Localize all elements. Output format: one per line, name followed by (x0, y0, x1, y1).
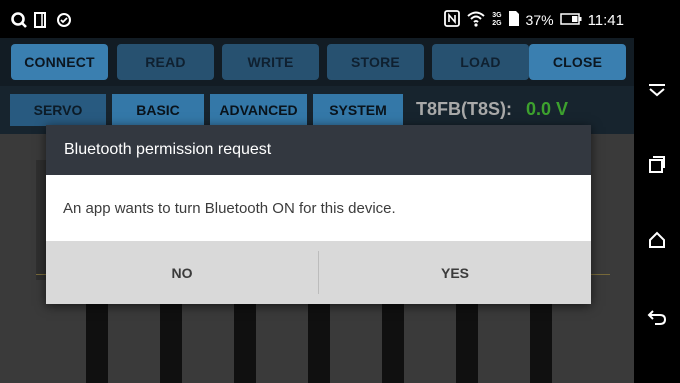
back-icon[interactable] (646, 306, 668, 328)
channel-slider[interactable] (382, 300, 404, 383)
tab-basic[interactable]: BASIC (112, 94, 204, 126)
close-button[interactable]: CLOSE (529, 44, 626, 80)
search-icon (10, 11, 28, 34)
collapse-icon[interactable] (646, 79, 668, 101)
store-button[interactable]: STORE (327, 44, 424, 80)
yes-button[interactable]: YES (319, 241, 591, 304)
clock: 11:41 (587, 11, 624, 29)
no-button[interactable]: NO (46, 241, 318, 304)
write-button[interactable]: WRITE (222, 44, 319, 80)
tab-advanced[interactable]: ADVANCED (210, 94, 307, 126)
channel-slider[interactable] (456, 300, 478, 383)
channel-slider[interactable] (86, 300, 108, 383)
tablet-icon (33, 11, 49, 34)
home-icon[interactable] (646, 229, 668, 251)
navigation-bar (634, 0, 680, 383)
nfc-icon (444, 10, 461, 30)
battery-icon (559, 12, 582, 28)
status-right: 3G 2G 37% 11:41 (444, 10, 624, 30)
channel-slider[interactable] (234, 300, 256, 383)
dialog-actions: NO YES (46, 241, 591, 304)
wifi-icon (466, 10, 486, 30)
read-button[interactable]: READ (117, 44, 214, 80)
sim-icon (508, 10, 520, 30)
dialog-message: An app wants to turn Bluetooth ON for th… (63, 199, 396, 217)
tab-system[interactable]: SYSTEM (313, 94, 403, 126)
status-bar: 3G 2G 37% 11:41 (0, 0, 634, 38)
bluetooth-permission-dialog: Bluetooth permission request An app want… (46, 125, 591, 304)
recents-icon[interactable] (646, 153, 668, 175)
sync-icon (55, 11, 73, 34)
channel-slider[interactable] (308, 300, 330, 383)
signal-icon: 3G 2G (492, 12, 501, 28)
battery-percent: 37% (525, 12, 554, 28)
channel-slider[interactable] (530, 300, 552, 383)
toolbar: CONNECT READ WRITE STORE LOAD CLOSE (0, 38, 634, 86)
load-button[interactable]: LOAD (432, 44, 529, 80)
channel-slider[interactable] (160, 300, 182, 383)
voltage-readout: 0.0 V (526, 99, 569, 119)
model-label: T8FB(T8S): (416, 99, 512, 119)
connect-button[interactable]: CONNECT (11, 44, 108, 80)
dialog-title: Bluetooth permission request (46, 125, 591, 175)
tab-servo[interactable]: SERVO (10, 94, 106, 126)
app-screen: 3G 2G 37% 11:41 CONNECT READ WRITE STORE… (0, 0, 634, 383)
signal-label-top: 3G (492, 12, 502, 19)
signal-label-bottom: 2G (492, 20, 502, 27)
